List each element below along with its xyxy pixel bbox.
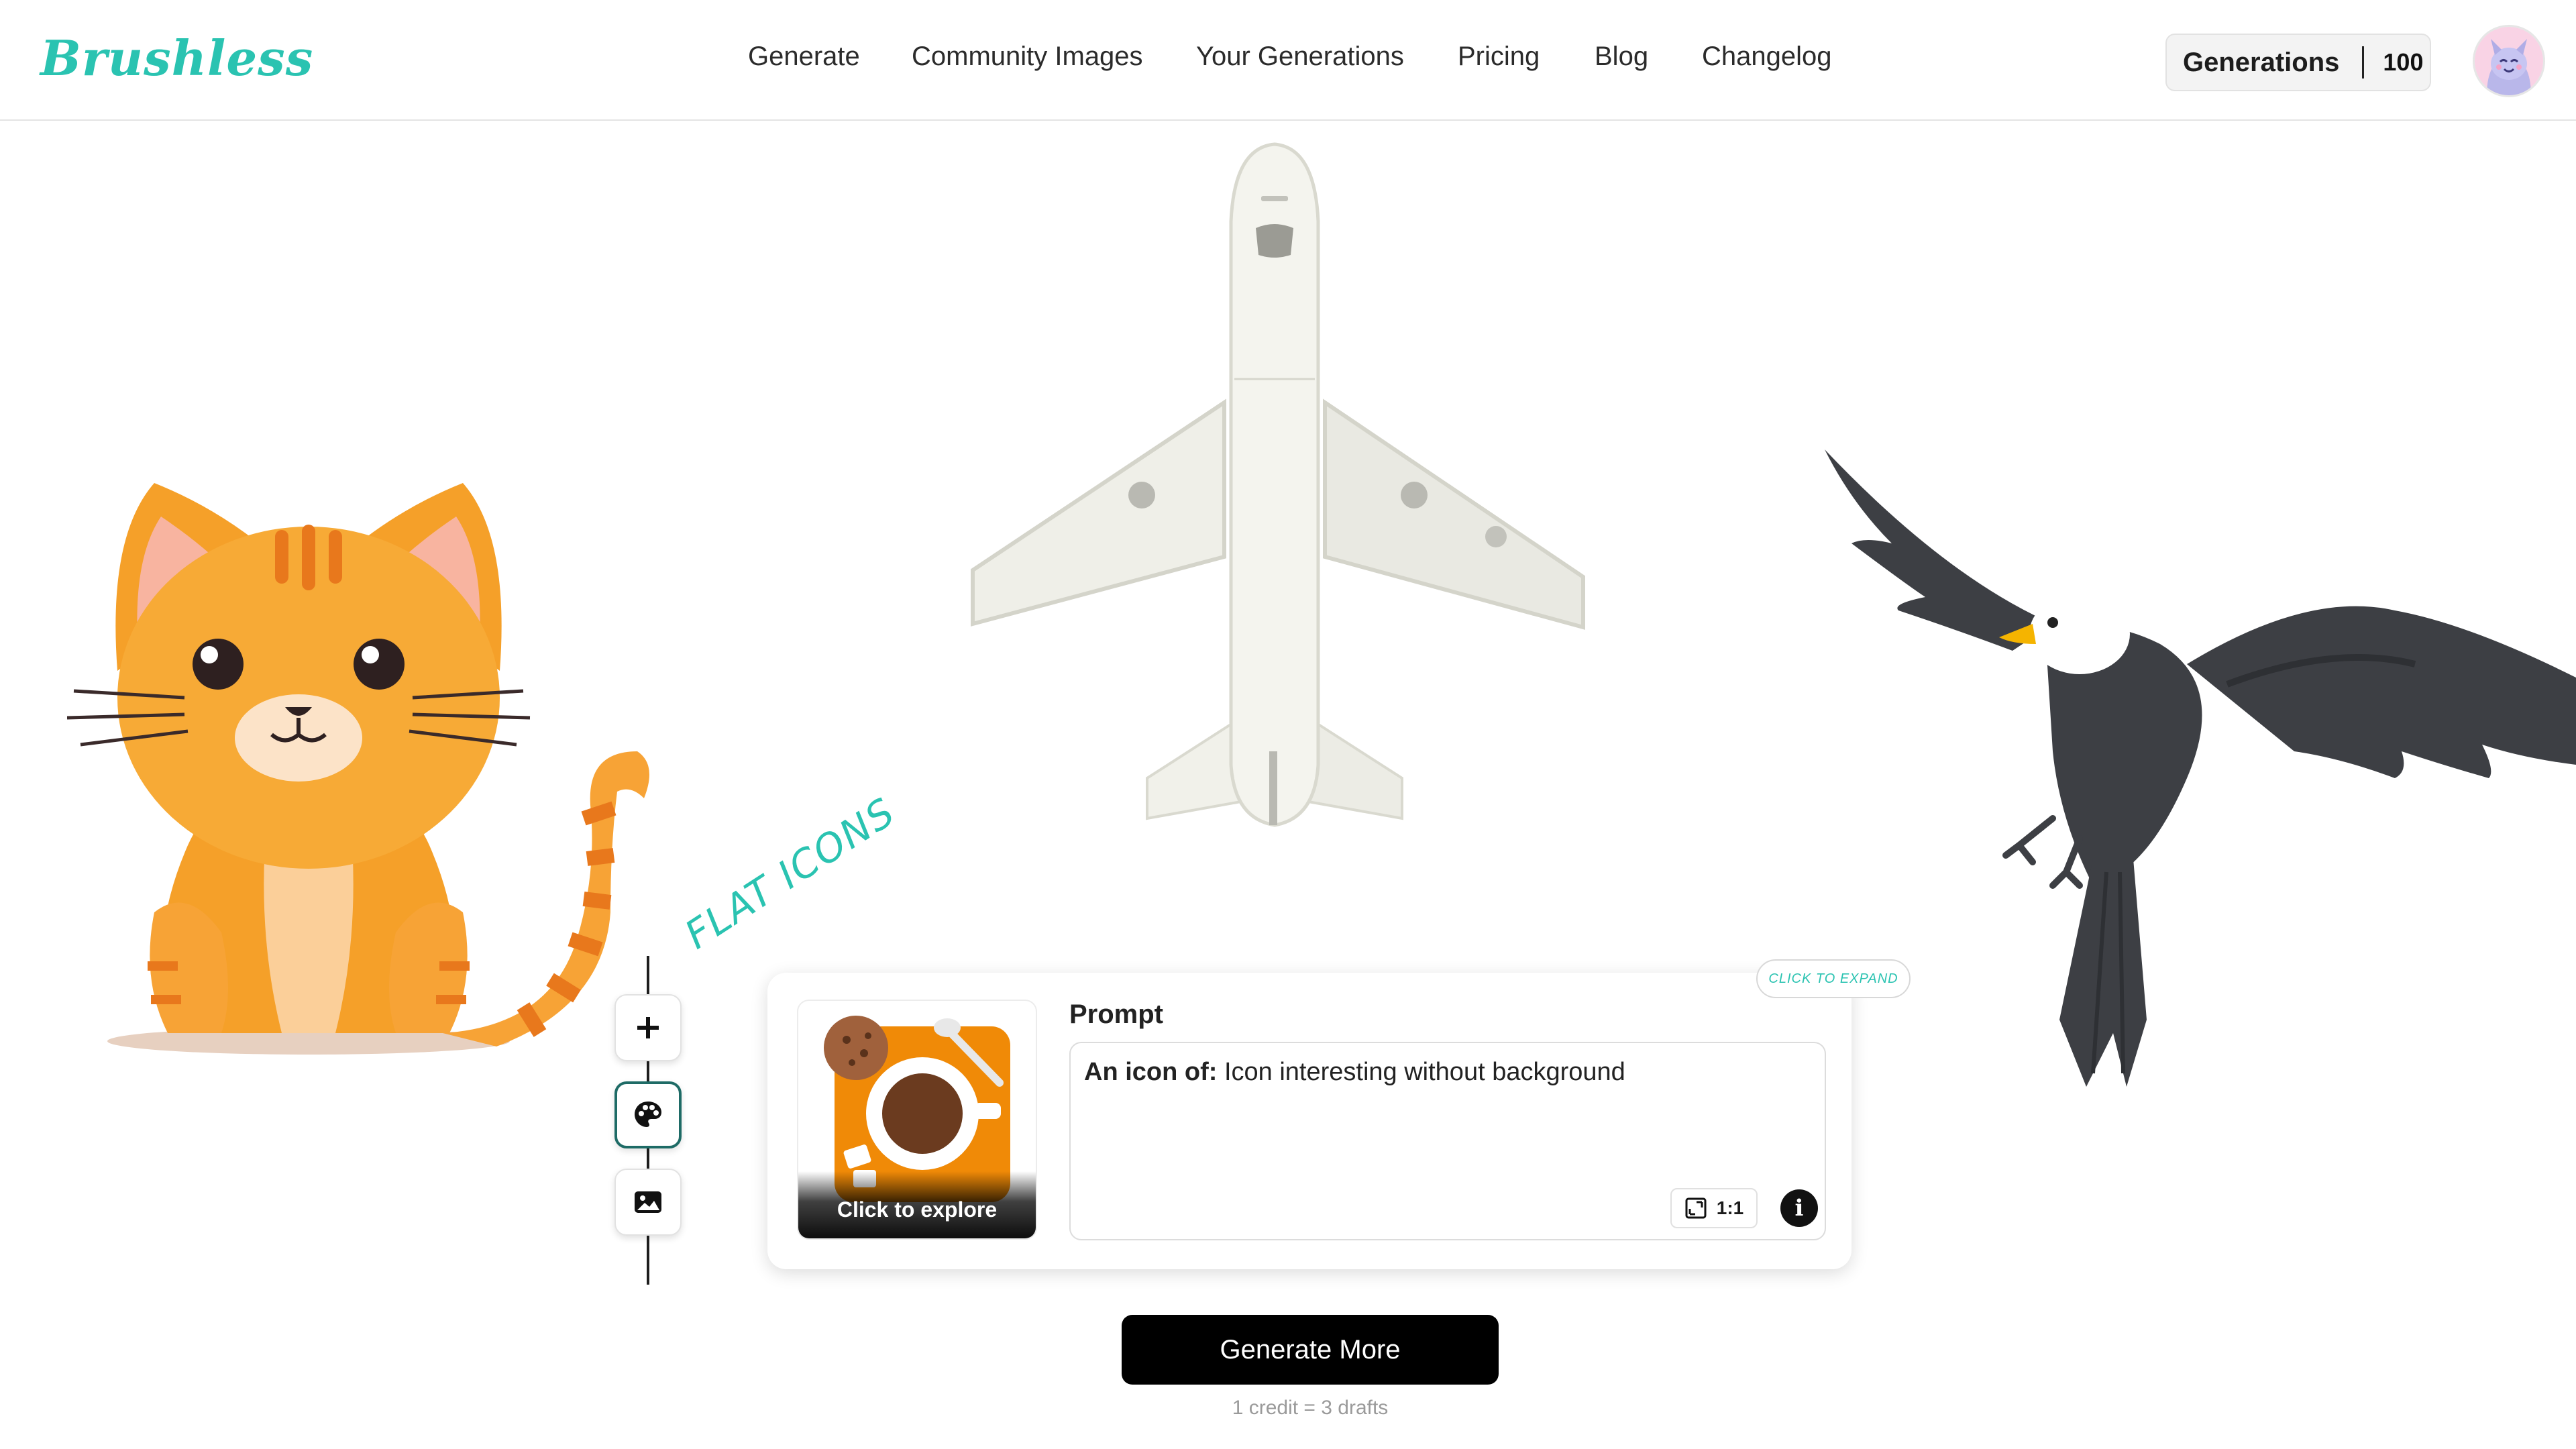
nav-your-generations[interactable]: Your Generations [1196,42,1404,72]
info-icon[interactable]: i [1780,1189,1818,1227]
palette-icon [635,1102,661,1127]
prompt-label: Prompt [1069,1000,1163,1029]
aspect-ratio-button[interactable]: 1:1 [1670,1188,1758,1228]
cat-illustration[interactable] [67,470,657,1060]
nav-blog[interactable]: Blog [1595,42,1648,72]
plus-icon [637,1017,659,1038]
eagle-illustration[interactable] [1811,443,2576,1100]
credit-cost-note: 1 credit = 3 drafts [1232,1397,1389,1419]
nav-pricing[interactable]: Pricing [1458,42,1540,72]
aspect-ratio-value: 1:1 [1716,1197,1744,1218]
image-icon [635,1191,661,1213]
generations-credits[interactable]: Generations 100 [2165,34,2431,91]
click-to-expand-pill[interactable]: CLICK TO EXPAND [1756,959,1911,998]
prompt-textarea[interactable]: An icon of: Icon interesting without bac… [1069,1042,1826,1240]
prompt-prefix: An icon of: [1084,1058,1218,1086]
nav-generate[interactable]: Generate [748,42,860,72]
thumbnail-caption: Click to explore [798,1171,1036,1238]
aspect-ratio-icon [1685,1197,1707,1219]
style-thumbnail[interactable]: Click to explore [797,1000,1037,1240]
image-upload-button[interactable] [614,1169,682,1236]
brand-logo[interactable]: Brushless [40,30,313,87]
add-button[interactable] [614,994,682,1061]
top-navbar: Brushless Generate Community Images Your… [0,0,2576,121]
user-avatar[interactable] [2473,25,2545,97]
page: Brushless Generate Community Images Your… [0,0,2576,1449]
generate-more-button[interactable]: Generate More [1122,1315,1499,1385]
airplane-illustration[interactable] [966,141,1597,832]
nav-community-images[interactable]: Community Images [912,42,1143,72]
nav-changelog[interactable]: Changelog [1702,42,1832,72]
style-tag: FLAT ICONS [676,788,904,958]
prompt-text: An icon of: Icon interesting without bac… [1084,1058,1625,1087]
generations-label: Generations [2183,47,2340,77]
credits-divider [2362,46,2365,78]
style-palette-button[interactable] [614,1081,682,1148]
prompt-value: Icon interesting without background [1224,1058,1625,1086]
generations-count: 100 [2383,48,2424,76]
